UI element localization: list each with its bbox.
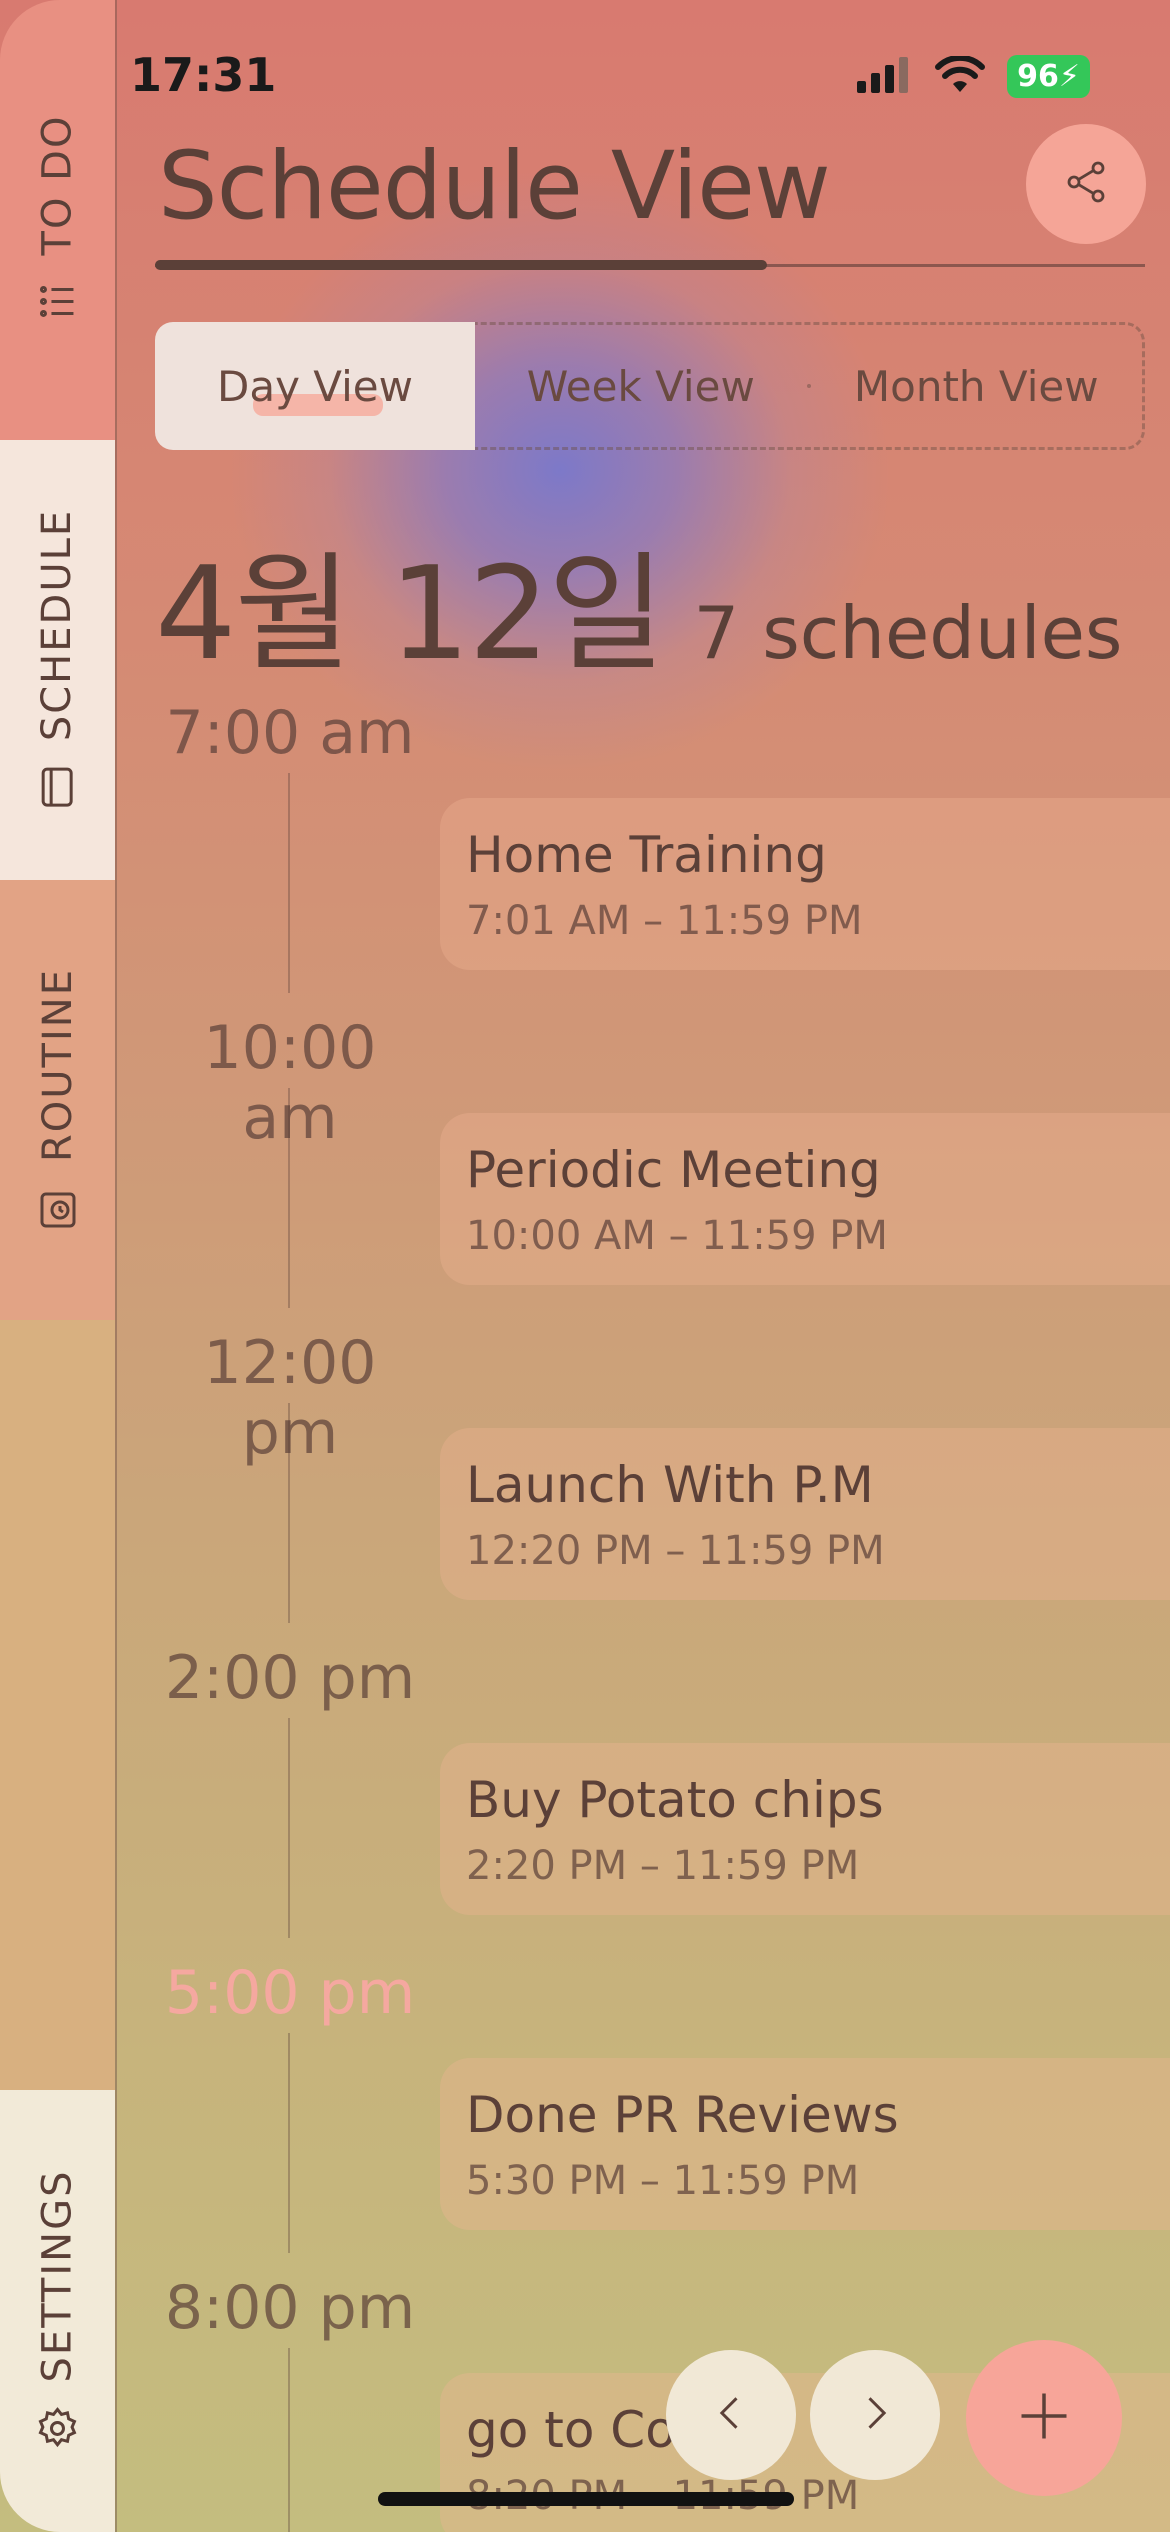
previous-day-button[interactable] [666,2350,796,2480]
sidebar-spacer [0,1320,115,2090]
sidebar-item-label: TO DO [34,114,81,256]
event-card[interactable]: Home Training 7:01 AM – 11:59 PM [440,798,1170,970]
event-time: 7:01 AM – 11:59 PM [466,898,863,944]
sidebar-item-settings[interactable]: SETTINGS [0,2090,115,2532]
sidebar-item-label: SETTINGS [34,2169,81,2383]
tab-week-view[interactable]: Week View [475,325,807,447]
chevron-right-icon [853,2391,897,2439]
tab-month-view[interactable]: Month View [811,325,1143,447]
plus-icon [1014,2386,1074,2450]
sidebar-item-label: SCHEDULE [34,508,81,742]
status-icons: 96⚡ [857,54,1090,98]
event-time: 2:20 PM – 11:59 PM [466,1843,860,1889]
app-screen: TO DO SCHEDULE ROUTINE SETTINGS 17:31 96… [0,0,1170,2532]
time-label: 8:00 pm [164,2273,416,2343]
page-title: Schedule View [158,132,831,241]
tab-label: Day View [217,361,413,411]
timeline-line [288,2348,290,2532]
alarm-icon [34,1184,82,1232]
battery-indicator: 96⚡ [1007,55,1090,98]
event-card[interactable]: Buy Potato chips 2:20 PM – 11:59 PM [440,1743,1170,1915]
notebook-icon [34,763,82,811]
chevron-left-icon [709,2391,753,2439]
tab-label: Week View [526,361,755,411]
signal-icon [857,56,913,97]
timeline-line [288,1088,290,1308]
time-label: 10:00 am [203,1013,377,1153]
event-time: 5:30 PM – 11:59 PM [466,2158,860,2204]
sidebar-item-schedule[interactable]: SCHEDULE [0,440,115,880]
share-icon [1062,158,1110,210]
date-text: 4월 12일 [155,540,666,689]
event-time: 10:00 AM – 11:59 PM [466,1213,888,1259]
time-label: 2:00 pm [164,1643,416,1713]
event-time: 12:20 PM – 11:59 PM [466,1528,885,1574]
status-time: 17:31 [130,48,277,102]
view-switcher: Day View Week View Month View [155,322,1145,450]
event-card[interactable]: Done PR Reviews 5:30 PM – 11:59 PM [440,2058,1170,2230]
event-title: Done PR Reviews [466,2086,899,2144]
schedule-count: 7 schedules [693,591,1123,675]
event-card[interactable]: Launch With P.M 12:20 PM – 11:59 PM [440,1428,1170,1600]
battery-level: 96 [1017,59,1059,94]
timeline-line [288,773,290,993]
tab-label: Month View [853,361,1099,411]
timeline-line [288,2033,290,2253]
wifi-icon [935,54,986,98]
tab-day-view[interactable]: Day View [155,322,475,450]
time-label: 7:00 am [165,698,415,768]
timeline-line [288,1718,290,1938]
current-time-label: 5:00 pm [164,1958,416,2028]
add-schedule-button[interactable] [966,2340,1122,2496]
time-label: 12:00 pm [203,1328,377,1468]
next-day-button[interactable] [810,2350,940,2480]
sidebar-item-label: ROUTINE [34,968,81,1162]
list-icon [34,277,82,325]
share-button[interactable] [1026,124,1146,244]
event-card[interactable]: Periodic Meeting 10:00 AM – 11:59 PM [440,1113,1170,1285]
home-indicator[interactable] [378,2492,794,2506]
event-title: Launch With P.M [466,1456,874,1514]
sidebar-item-todo[interactable]: TO DO [0,0,115,440]
sidebar-item-routine[interactable]: ROUTINE [0,880,115,1320]
sidebar: TO DO SCHEDULE ROUTINE SETTINGS [0,0,117,2532]
event-title: Home Training [466,826,827,884]
event-title: Buy Potato chips [466,1771,884,1829]
timeline-line [288,1403,290,1623]
title-underline-highlight [155,260,767,270]
event-title: Periodic Meeting [466,1141,881,1199]
gear-icon [34,2404,82,2452]
date-heading: 4월 12일 7 schedules [155,510,1122,695]
